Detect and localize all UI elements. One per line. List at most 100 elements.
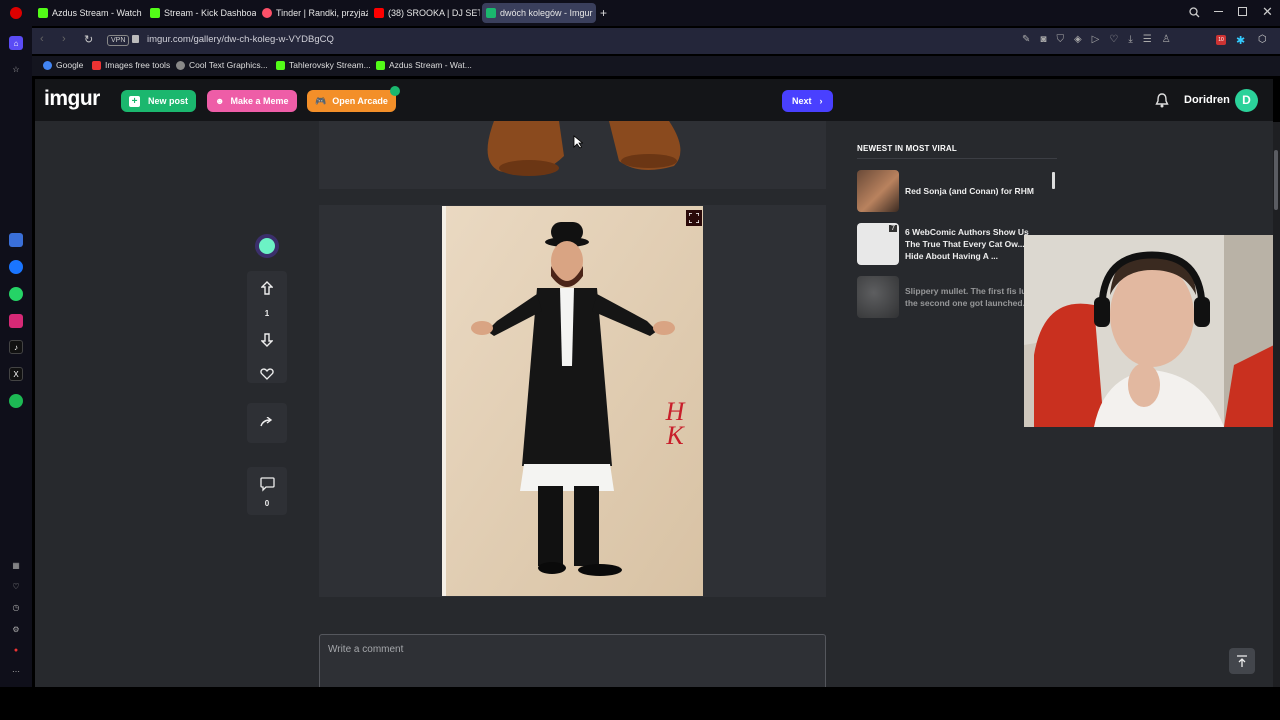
bookmark-icon [92,60,101,70]
tinder-icon [262,8,272,18]
page-scrollbar[interactable] [1273,122,1280,687]
opera-logo-icon[interactable] [10,7,22,19]
forward-arrow-icon[interactable]: › [62,33,66,45]
username[interactable]: Doridren [1184,94,1230,106]
viral-item[interactable]: Red Sonja (and Conan) for RHM [857,170,1057,212]
new-post-button[interactable]: + New post [121,90,197,112]
streamer-webcam-image [1024,235,1280,427]
history-clock-icon[interactable]: ◷ [9,600,23,614]
fullscreen-button[interactable] [686,210,702,226]
apps-grid-icon[interactable]: ▦ [9,558,23,572]
viral-heading: NEWEST IN MOST VIRAL [857,144,957,153]
post-author-avatar[interactable] [259,238,275,254]
search-tabs-icon[interactable] [1189,7,1200,18]
play-icon[interactable]: ▷ [1092,34,1100,45]
bookmark-label: Images free tools [105,60,171,70]
tab-label: (38) SROOKA | DJ SET [388,8,480,18]
tab-youtube[interactable]: (38) SROOKA | DJ SET [370,3,480,23]
upvote-arrow-icon [261,281,273,295]
instagram-icon[interactable] [9,314,23,328]
aria-icon[interactable] [9,233,23,247]
comment-placeholder: Write a comment [328,644,404,655]
imgur-logo[interactable]: imgur [44,87,100,111]
bookmark-icon [176,60,185,70]
profile-icon[interactable]: ♙ [1162,34,1171,45]
youtube-icon [374,8,384,18]
next-button[interactable]: Next › [782,90,833,112]
make-meme-label: Make a Meme [230,96,289,106]
tab-tinder[interactable]: Tinder | Randki, przyjaźń, [258,3,368,23]
heart-icon[interactable]: ♡ [1109,34,1118,45]
restore-icon[interactable] [1238,7,1247,16]
browser-sidebar: ⌂ ☆ ♪ X ▦ ♡ ◷ ⚙ ● ⋯ [0,26,32,690]
url-text[interactable]: imgur.com/gallery/dw-ch-koleg-w-VYDBgCQ [147,34,334,45]
easy-setup-icon[interactable]: ☰ [1143,34,1152,45]
tab-azdus-stream[interactable]: Azdus Stream - Watch [34,3,144,23]
spotify-icon[interactable] [9,394,23,408]
close-window-icon[interactable]: ✕ [1262,4,1273,20]
downvote-button[interactable] [247,331,287,349]
bookmark-images-free-tools[interactable]: Images free tools [92,60,170,70]
heart-icon[interactable]: ♡ [9,579,23,593]
whatsapp-icon[interactable] [9,287,23,301]
lock-icon[interactable] [132,35,139,43]
download-icon[interactable]: ⤓ [1128,34,1132,45]
address-bar-actions: ✎ ◙ ⛉ ◈ ▷ ♡ ⤓ ☰ ♙ [1022,34,1171,45]
camera-icon[interactable]: ◙ [1040,34,1046,45]
kick-icon [276,60,285,70]
hk-watermark: HK [665,397,685,450]
viral-thumbnail [857,276,899,318]
make-meme-button[interactable]: ☻ Make a Meme [207,90,297,112]
new-post-label: New post [148,96,189,106]
x-twitter-icon[interactable]: X [9,367,23,381]
previous-image-card [319,121,826,189]
bookmark-azdus[interactable]: Azdus Stream - Wat... [376,60,472,70]
edit-icon[interactable]: ✎ [1022,34,1030,45]
new-tab-plus-icon[interactable]: + [600,6,607,20]
scrollbar-thumb[interactable] [1274,150,1278,210]
avatar[interactable]: D [1235,89,1258,112]
star-icon[interactable]: ☆ [9,62,23,76]
minimize-icon[interactable] [1214,11,1223,12]
translate-extension-icon[interactable]: ✱ [1236,34,1245,47]
viral-scrollbar[interactable] [1052,172,1055,189]
imgur-icon [486,8,496,18]
upvote-button[interactable] [247,279,287,297]
open-arcade-button[interactable]: 🎮 Open Arcade [307,90,396,112]
shield-icon[interactable]: ⛉ [1056,34,1064,45]
meme-face-icon: ☻ [215,96,225,106]
bookmark-cool-text[interactable]: Cool Text Graphics... [176,60,268,70]
messenger-icon[interactable] [9,260,23,274]
ublock-icon[interactable]: ● [9,643,23,657]
bookmark-google[interactable]: Google [43,60,83,70]
arcade-new-badge [390,86,400,96]
comment-count: 0 [264,499,270,508]
back-to-top-button[interactable] [1229,648,1255,674]
share-button[interactable] [247,403,287,443]
back-arrow-icon[interactable]: ‹ [40,33,44,45]
chevron-right-icon: › [819,96,823,106]
cube-extension-icon[interactable]: ⬡ [1258,34,1267,45]
viral-thumbnail [857,170,899,212]
browser-tab-bar: Azdus Stream - Watch Stream - Kick Dashb… [0,0,1280,26]
vpn-badge[interactable]: VPN [107,35,130,46]
tab-kick-dashboard[interactable]: Stream - Kick Dashboard [146,3,256,23]
comment-box[interactable]: Write a comment [319,634,826,687]
arrow-up-icon [1237,655,1247,667]
bookmark-tahlerovsky[interactable]: Tahlerovsky Stream... [276,60,371,70]
bookmark-label: Azdus Stream - Wat... [389,60,472,70]
settings-gear-icon[interactable]: ⚙ [9,622,23,636]
favorite-button[interactable] [247,365,287,383]
more-menu-icon[interactable]: ⋯ [9,664,23,678]
tab-imgur[interactable]: dwóch kolegów - Imgur [482,3,596,23]
extension-icon[interactable]: ◈ [1074,34,1082,45]
google-icon [43,60,52,70]
comment-bubble-icon [260,477,275,492]
viral-thumbnail: 7 [857,223,899,265]
home-icon[interactable]: ⌂ [9,36,23,50]
viral-title: Red Sonja (and Conan) for RHM [905,186,1034,196]
tiktok-icon[interactable]: ♪ [9,340,23,354]
notification-bell-icon[interactable] [1155,93,1169,108]
reload-icon[interactable]: ↻ [84,33,93,46]
extension-badge[interactable]: 10 [1216,35,1226,45]
